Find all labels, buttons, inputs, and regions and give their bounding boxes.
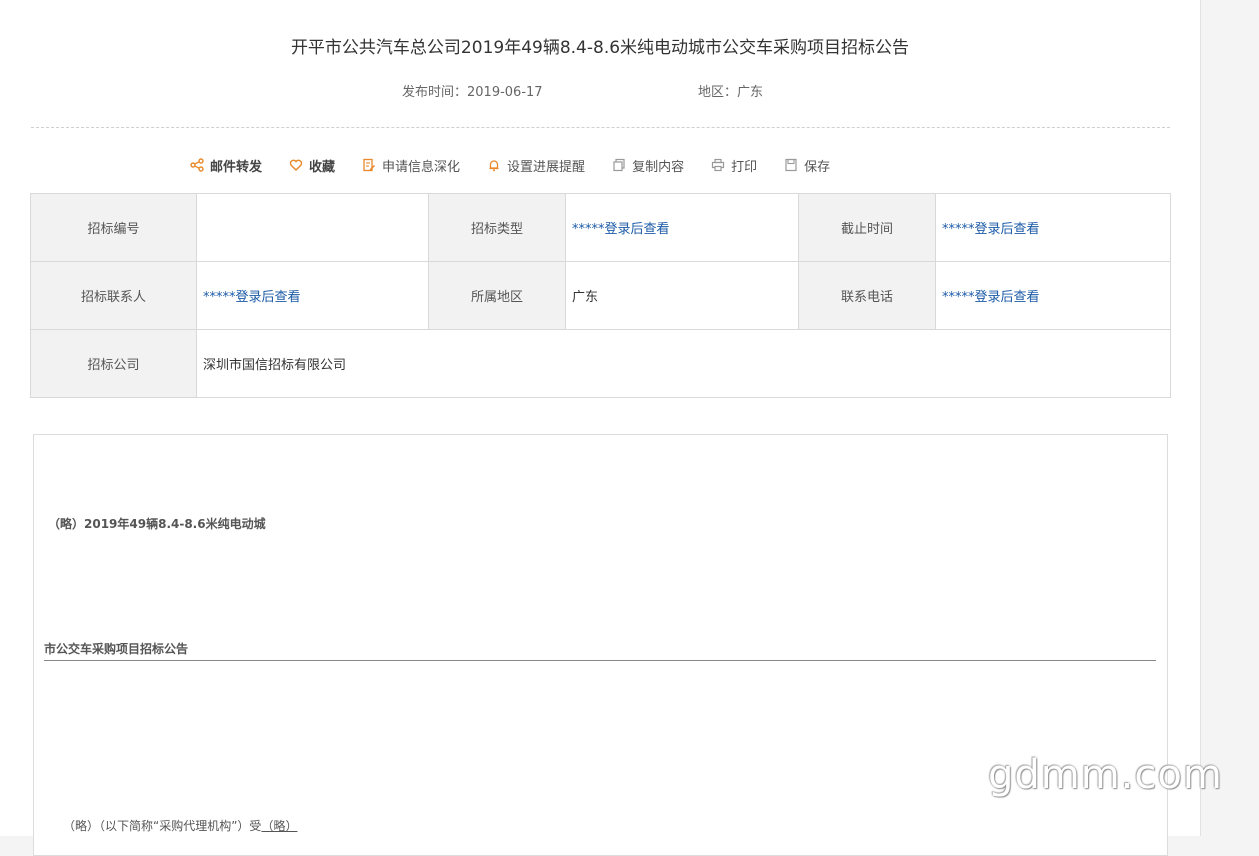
bid-type-login-link[interactable]: *****登录后查看 <box>572 222 670 237</box>
notice-page: 开平市公共汽车总公司2019年49辆8.4-8.6米纯电动城市公交车采购项目招标… <box>0 0 1201 856</box>
apply-deepen-button[interactable]: 申请信息深化 <box>362 156 460 175</box>
save-button[interactable]: 保存 <box>784 156 830 175</box>
bid-type-label: 招标类型 <box>428 193 566 262</box>
region-value: 广东 <box>565 261 799 330</box>
bid-number-value <box>196 193 429 262</box>
table-row: 招标公司 深圳市国信招标有限公司 <box>30 329 1171 398</box>
favorite-button[interactable]: 收藏 <box>289 156 335 175</box>
divider <box>31 127 1170 128</box>
publish-date: 发布时间：2019-06-17 <box>402 85 543 100</box>
content-heading-line2: 市公交车采购项目招标公告 <box>44 642 189 656</box>
email-forward-button[interactable]: 邮件转发 <box>190 156 262 175</box>
share-icon <box>190 158 204 172</box>
table-row: 招标联系人 *****登录后查看 所属地区 广东 联系电话 *****登录后查看 <box>30 261 1171 330</box>
content-rule <box>44 660 1156 661</box>
printer-icon <box>711 158 725 172</box>
region: 地区：广东 <box>698 85 764 100</box>
copy-content-button[interactable]: 复制内容 <box>612 156 684 175</box>
copy-icon <box>612 158 626 172</box>
deadline-login-link[interactable]: *****登录后查看 <box>942 222 1040 237</box>
deadline-label: 截止时间 <box>798 193 936 262</box>
print-button[interactable]: 打印 <box>711 156 757 175</box>
phone-login-link[interactable]: *****登录后查看 <box>942 290 1040 305</box>
page-title: 开平市公共汽车总公司2019年49辆8.4-8.6米纯电动城市公交车采购项目招标… <box>290 38 910 58</box>
site-watermark: gdmm.com <box>988 752 1223 798</box>
progress-reminder-button[interactable]: 设置进展提醒 <box>487 156 585 175</box>
bell-icon <box>487 158 501 172</box>
action-toolbar: 邮件转发 收藏 申请信息深化 设置进展提醒 复制内容 打印 保存 <box>190 156 857 175</box>
edit-document-icon <box>362 158 376 172</box>
content-heading-line1: （略）2019年49辆8.4-8.6米纯电动城 <box>48 517 266 531</box>
region-label: 所属地区 <box>428 261 566 330</box>
table-row: 招标编号 招标类型 *****登录后查看 截止时间 *****登录后查看 <box>30 193 1171 262</box>
bid-info-table: 招标编号 招标类型 *****登录后查看 截止时间 *****登录后查看 招标联… <box>30 193 1171 398</box>
contact-label: 招标联系人 <box>30 261 197 330</box>
phone-label: 联系电话 <box>798 261 936 330</box>
bid-number-label: 招标编号 <box>30 193 197 262</box>
contact-login-link[interactable]: *****登录后查看 <box>203 290 301 305</box>
save-icon <box>784 158 798 172</box>
content-paragraph: （略）（以下简称“采购代理机构”）受（略） <box>63 819 298 833</box>
company-value: 深圳市国信招标有限公司 <box>196 329 1171 398</box>
heart-icon <box>289 158 303 172</box>
company-label: 招标公司 <box>30 329 197 398</box>
